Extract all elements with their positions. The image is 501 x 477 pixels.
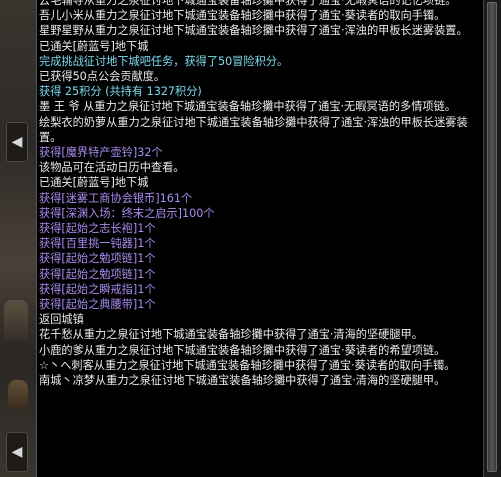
chat-log-panel: 去毛辅导从重力之泉征讨地下城通宝装备轴珍攤中获得了通宝·无暇冥语的记忆项链。吾儿…	[36, 0, 483, 477]
chat-message: 获得[起始之典腰带]1个	[39, 298, 156, 312]
chat-message: 该物品可在活动日历中查看。	[39, 161, 185, 175]
chat-message: 星野星野从重力之泉征讨地下城通宝装备轴珍攤中获得了通宝·浑浊的甲板长迷雾装置。	[39, 24, 468, 38]
chat-message: 花千愁从重力之泉征讨地下城通宝装备轴珍攤中获得了通宝·清海的坚硬腿甲。	[39, 328, 423, 342]
chat-message: 吾儿小米从重力之泉征讨地下城通宝装备轴珍攤中获得了通宝·葵读者的取向手镯。	[39, 9, 446, 23]
chat-message: 绘梨衣的奶萝从重力之泉征讨地下城通宝装备轴珍攤中获得了通宝·浑浊的甲板长迷雾装置…	[39, 115, 468, 144]
chat-message: 已通关[蔚蓝号]地下城	[39, 176, 149, 190]
collapse-left-arrow-icon-bottom[interactable]: ◀	[6, 432, 28, 472]
chat-message: 获得[起始之志长袍]1个	[39, 222, 156, 236]
chat-scrollbar[interactable]	[483, 0, 501, 477]
chat-message: 获得[魔界特产壶铃]32个	[39, 146, 163, 160]
chat-message: 已获得50点公会贡献度。	[39, 70, 166, 84]
chat-message: 南城丶凉梦从重力之泉征讨地下城通宝装备轴珍攤中获得了通宝·清海的坚硬腿甲。	[39, 374, 446, 388]
chat-message: 获得[迷雾工商协会银币]161个	[39, 191, 193, 205]
collapse-left-arrow-icon[interactable]: ◀	[6, 122, 28, 162]
chat-message: 去毛辅导从重力之泉征讨地下城通宝装备轴珍攤中获得了通宝·无暇冥语的记忆项链。	[39, 0, 457, 7]
chat-message: 完成挑战征讨地下城吧任务，获得了50冒险积分。	[39, 54, 289, 68]
scene-figure	[4, 300, 28, 340]
scene-object	[8, 380, 28, 410]
chat-message: 获得[起始之勉项链]1个	[39, 252, 156, 266]
left-arrow-glyph: ◀	[11, 444, 23, 460]
chat-message: 获得[起始之瞬戒指]1个	[39, 282, 156, 296]
chat-message: 获得[起始之勉项链]1个	[39, 267, 156, 281]
left-arrow-glyph: ◀	[11, 134, 23, 150]
chat-message: 返回城镇	[39, 313, 84, 327]
chat-message: 获得 25积分 (共持有 1327积分)	[39, 85, 202, 99]
scrollbar-thumb[interactable]	[487, 2, 497, 472]
chat-message: 已通关[蔚蓝号]地下城	[39, 39, 149, 53]
game-scene-background	[0, 0, 36, 477]
chat-message: 获得[深渊入场：终末之启示]100个	[39, 206, 215, 220]
chat-message: 获得[百里挑一钝器]1个	[39, 237, 156, 251]
chat-log-list: 去毛辅导从重力之泉征讨地下城通宝装备轴珍攤中获得了通宝·无暇冥语的记忆项链。吾儿…	[39, 0, 479, 388]
chat-message: 墨 王 爷 从重力之泉征讨地下城通宝装备轴珍攤中获得了通宝·无暇冥语的多情项链。	[39, 100, 456, 114]
chat-message: ☆丶へ刺客从重力之泉征讨地下城通宝装备轴珍攤中获得了通宝·葵读者的取向手镯。	[39, 358, 456, 372]
chat-message: 小鹿的爹从重力之泉征讨地下城通宝装备轴珍攤中获得了通宝·葵读者的希望项链。	[39, 343, 446, 357]
